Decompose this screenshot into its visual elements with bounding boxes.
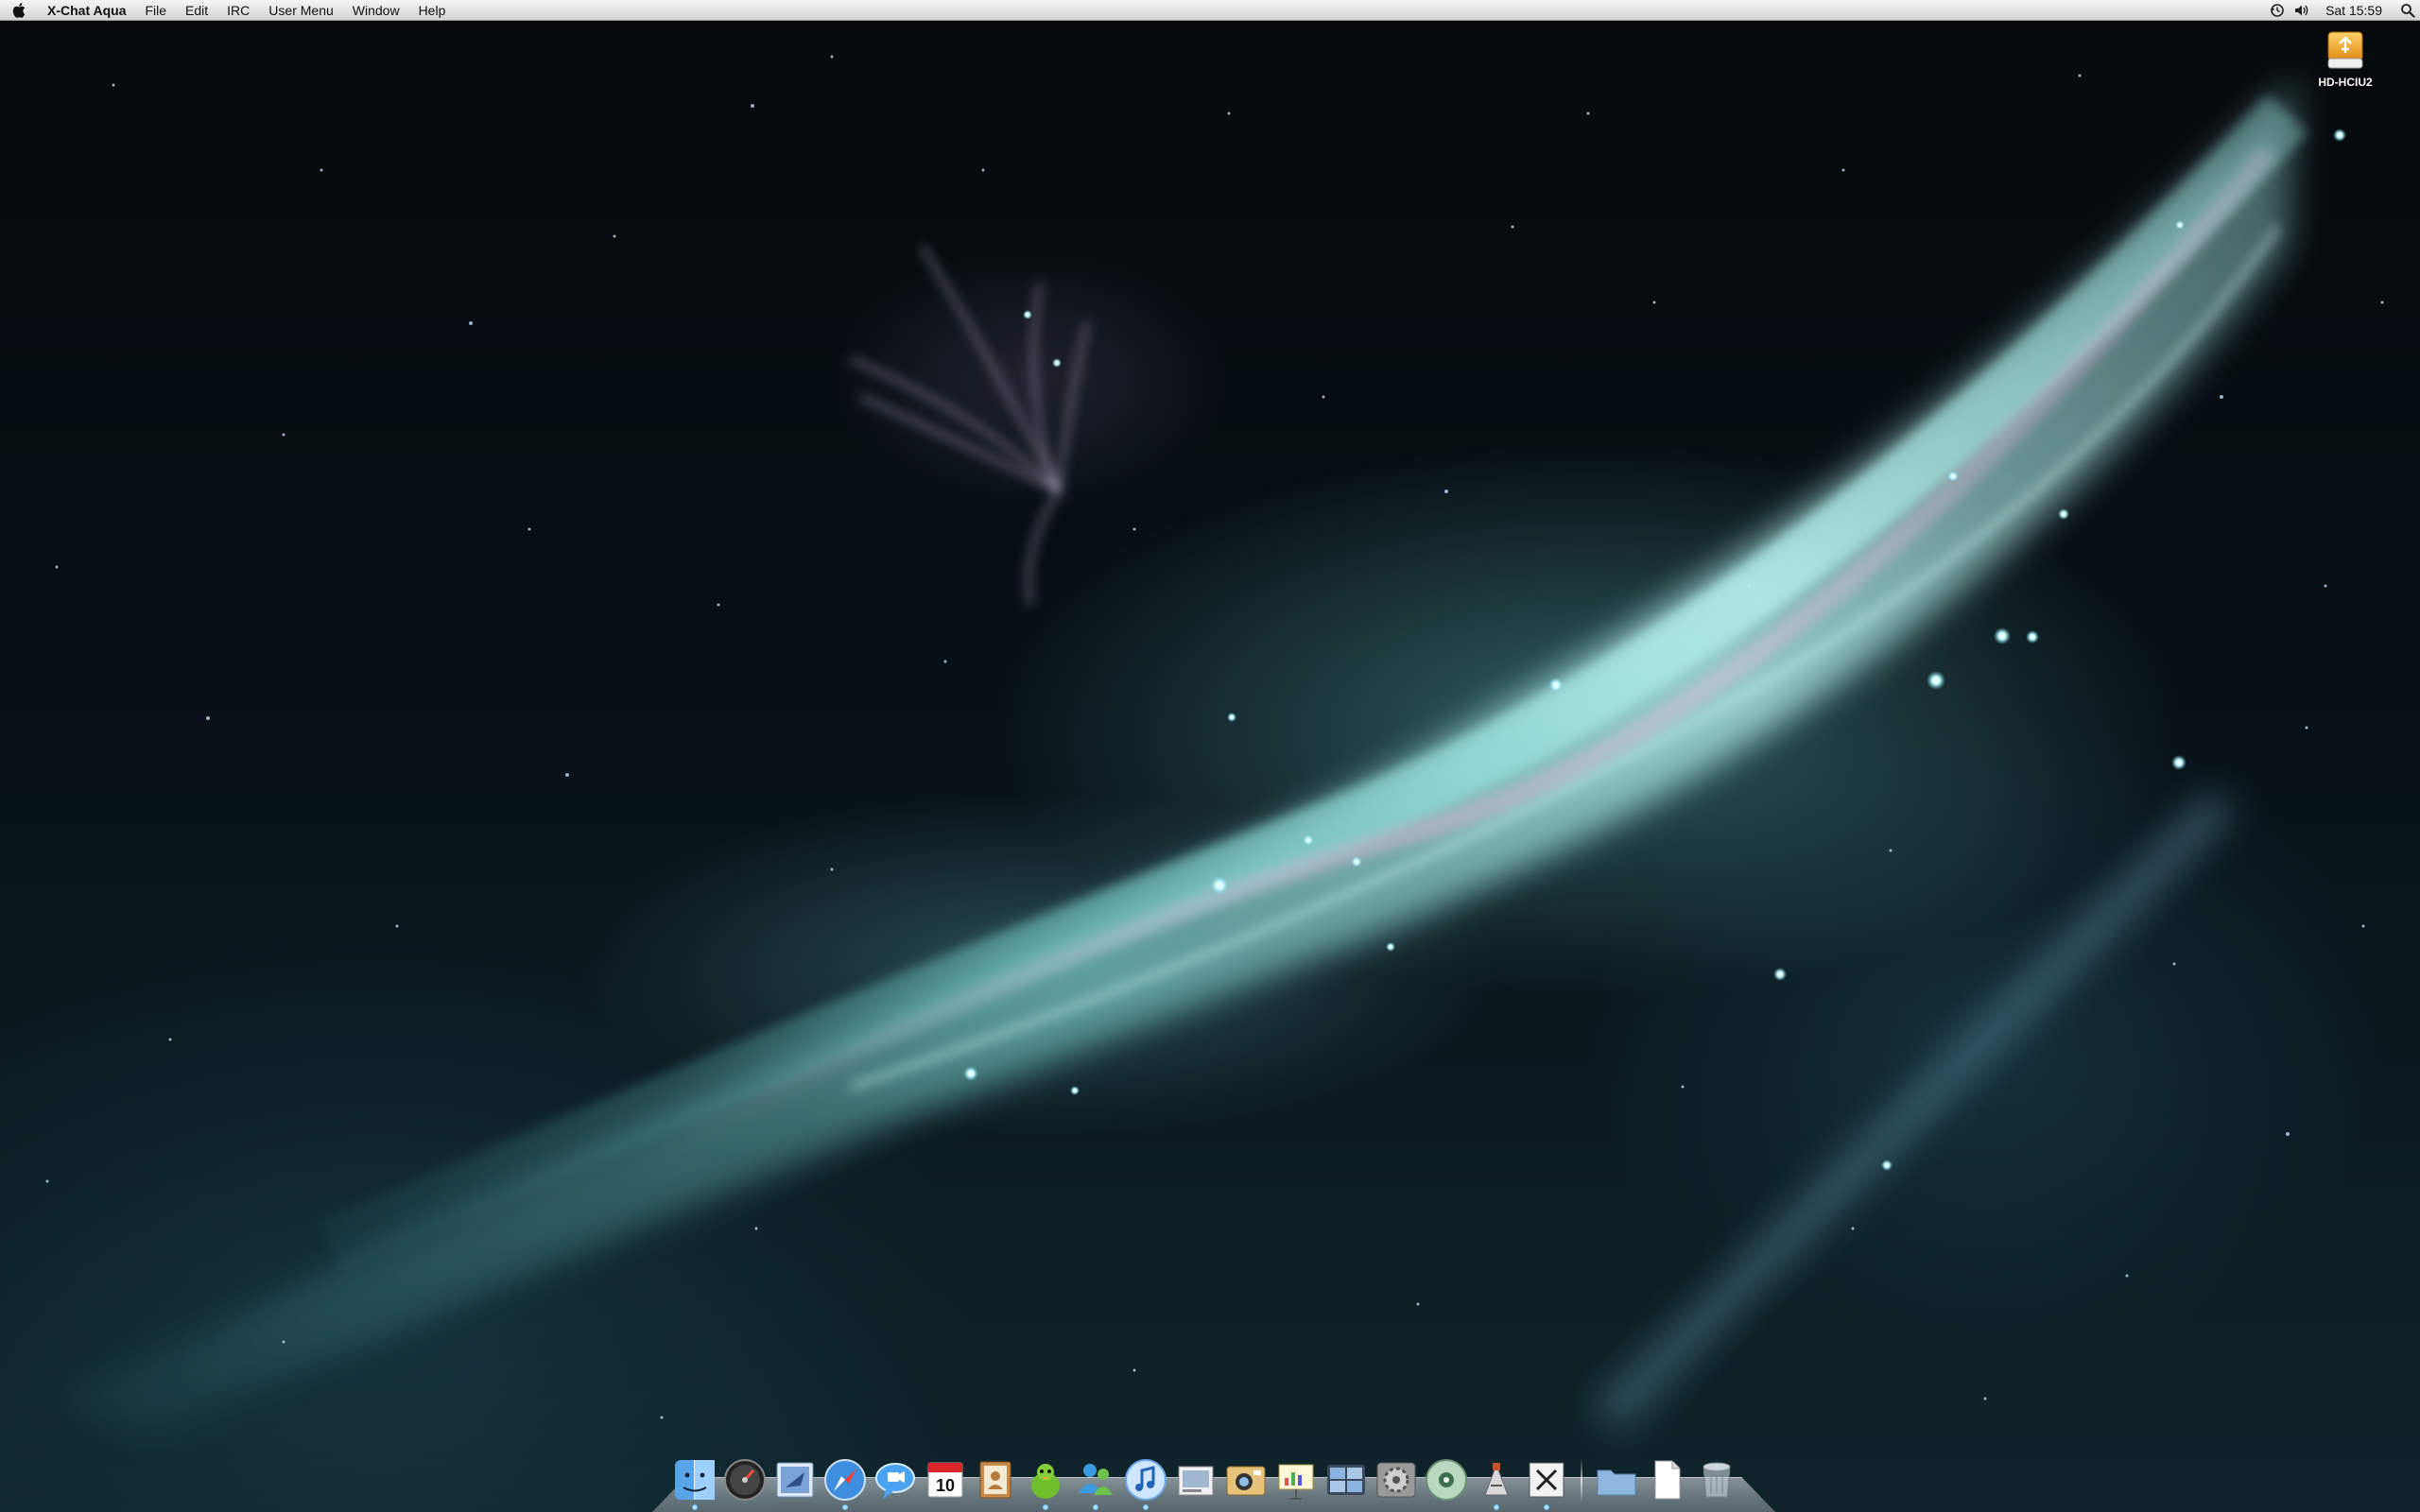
finder-icon[interactable] (671, 1452, 718, 1510)
iphoto-icon[interactable] (1222, 1452, 1270, 1503)
app-menu[interactable]: X-Chat Aqua (38, 0, 135, 21)
menu-help[interactable]: Help (409, 0, 456, 21)
folder-icon[interactable] (1593, 1452, 1640, 1503)
menu-user-menu[interactable]: User Menu (259, 0, 342, 21)
menu-extras: Sat 15:59 (2265, 0, 2420, 21)
volume-icon[interactable] (2290, 0, 2314, 21)
system-preferences-icon[interactable] (1373, 1452, 1420, 1503)
address-book-icon[interactable] (972, 1452, 1019, 1503)
spotlight-search-icon[interactable] (2395, 0, 2420, 21)
menu-clock[interactable]: Sat 15:59 (2314, 0, 2395, 21)
trash-icon[interactable] (1693, 1452, 1740, 1503)
dock-separator (1581, 1459, 1582, 1503)
mail-icon[interactable] (771, 1452, 819, 1503)
ical-icon[interactable]: 10 (922, 1452, 969, 1503)
external-drive-icon (2325, 26, 2366, 72)
script-editor-icon[interactable] (1473, 1452, 1520, 1510)
x11-icon[interactable] (1523, 1452, 1570, 1510)
messenger-icon[interactable] (1072, 1452, 1119, 1510)
time-machine-icon[interactable] (2265, 0, 2290, 21)
desktop-drive[interactable]: HD-HCIU2 (2307, 26, 2384, 89)
dvd-player-icon[interactable] (1423, 1452, 1470, 1503)
dock-icons: 10 (671, 1446, 1740, 1510)
menu-bar: X-Chat Aqua File Edit IRC User Menu Wind… (0, 0, 2420, 21)
adium-icon[interactable] (1022, 1452, 1069, 1510)
menu-edit[interactable]: Edit (176, 0, 217, 21)
svg-text:10: 10 (936, 1476, 955, 1495)
drive-label: HD-HCIU2 (2318, 76, 2373, 89)
apple-icon[interactable] (0, 0, 38, 21)
spaces-icon[interactable] (1322, 1452, 1370, 1503)
menu-irc[interactable]: IRC (217, 0, 259, 21)
safari-icon[interactable] (821, 1452, 869, 1510)
document-icon[interactable] (1643, 1452, 1690, 1503)
menu-file[interactable]: File (135, 0, 176, 21)
dashboard-icon[interactable] (721, 1452, 769, 1503)
keynote-icon[interactable] (1272, 1452, 1320, 1503)
dock: 10 (652, 1438, 1775, 1512)
ichat-icon[interactable] (872, 1452, 919, 1503)
menu-window[interactable]: Window (343, 0, 409, 21)
desktop[interactable]: X-Chat Aqua File Edit IRC User Menu Wind… (0, 0, 2420, 1512)
itunes-icon[interactable] (1122, 1452, 1169, 1510)
preview-icon[interactable] (1172, 1452, 1219, 1503)
wallpaper (45, 55, 2384, 1436)
